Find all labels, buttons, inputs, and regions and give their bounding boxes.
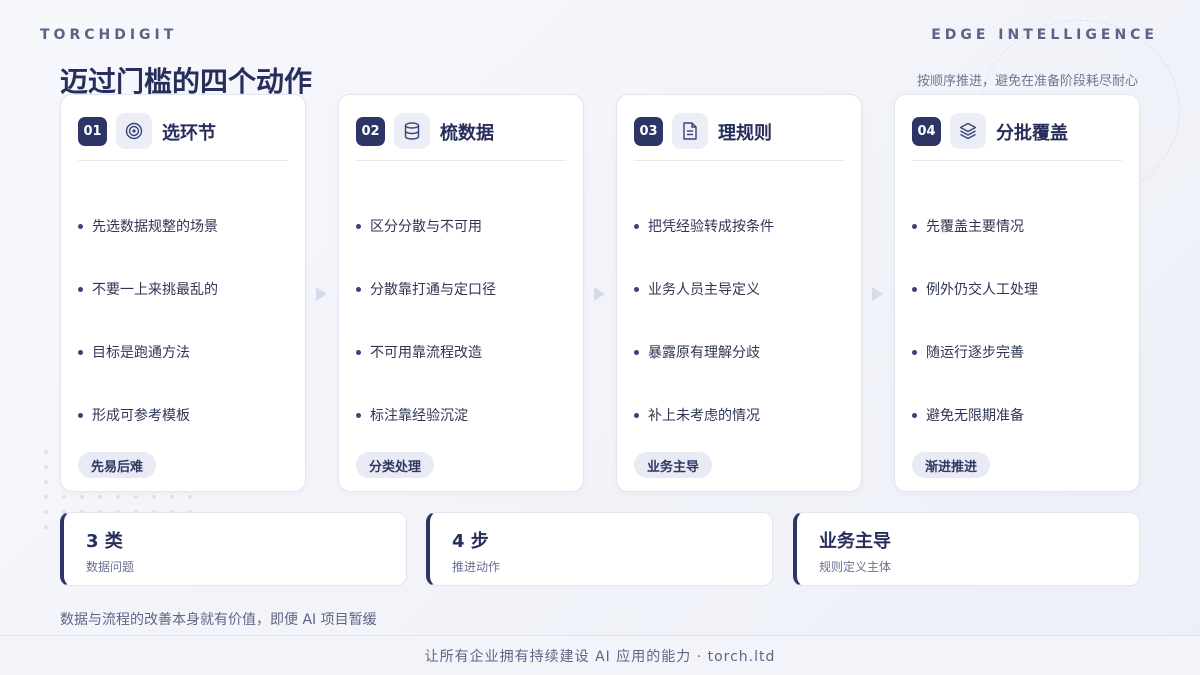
- card-title: 梳数据: [440, 123, 494, 144]
- bullet-icon: [912, 349, 917, 355]
- list-item: 先选数据规整的场景: [78, 216, 295, 236]
- step-card-3: 03 理规则 把凭经验转成按条件 业务人员主导定义 暴露原有理解分歧 补上未考虑…: [616, 94, 862, 492]
- stat-value: 业务主导: [819, 531, 891, 552]
- arrow-right-icon: [316, 287, 327, 301]
- step-number: 03: [634, 117, 663, 146]
- card-title: 理规则: [718, 123, 772, 144]
- step-number: 01: [78, 117, 107, 146]
- brand-logo-text: TORCHDIGIT: [40, 27, 178, 43]
- bullet-icon: [356, 412, 361, 418]
- bullet-icon: [912, 223, 917, 229]
- item-text: 区分分散与不可用: [370, 219, 482, 235]
- database-icon: [394, 113, 430, 149]
- bullet-icon: [78, 223, 83, 229]
- item-text: 不要一上来挑最乱的: [92, 282, 218, 298]
- card-header: 04 分批覆盖: [912, 113, 1122, 161]
- item-text: 标注靠经验沉淀: [370, 408, 468, 424]
- list-item: 随运行逐步完善: [912, 342, 1129, 362]
- bullet-icon: [78, 412, 83, 418]
- list-item: 避免无限期准备: [912, 405, 1129, 425]
- step-card-2: 02 梳数据 区分分散与不可用 分散靠打通与定口径 不可用靠流程改造 标注靠经验…: [338, 94, 584, 492]
- item-text: 不可用靠流程改造: [370, 345, 482, 361]
- stat-value: 3 类: [86, 531, 123, 552]
- list-item: 把凭经验转成按条件: [634, 216, 851, 236]
- bullet-icon: [912, 412, 917, 418]
- stats-row: 3 类 数据问题 4 步 推进动作 业务主导 规则定义主体: [60, 512, 1140, 586]
- list-item: 不可用靠流程改造: [356, 342, 573, 362]
- stat-label: 规则定义主体: [819, 560, 892, 574]
- list-item: 标注靠经验沉淀: [356, 405, 573, 425]
- list-item: 补上未考虑的情况: [634, 405, 851, 425]
- item-text: 暴露原有理解分歧: [648, 345, 760, 361]
- item-text: 随运行逐步完善: [926, 345, 1024, 361]
- card-tag: 业务主导: [634, 452, 713, 478]
- card-tag: 分类处理: [356, 452, 435, 478]
- list-item: 先覆盖主要情况: [912, 216, 1129, 236]
- bullet-icon: [356, 223, 361, 229]
- stat-label: 推进动作: [452, 560, 501, 574]
- stat-card-1: 3 类 数据问题: [60, 512, 407, 586]
- footnote-text: 数据与流程的改善本身就有价值，即便 AI 项目暂缓: [60, 612, 377, 628]
- stat-card-2: 4 步 推进动作: [426, 512, 773, 586]
- bullet-icon: [78, 286, 83, 292]
- item-text: 先覆盖主要情况: [926, 219, 1024, 235]
- card-header: 01 选环节: [78, 113, 288, 161]
- bullet-icon: [912, 286, 917, 292]
- item-text: 形成可参考模板: [92, 408, 190, 424]
- step-number: 02: [356, 117, 385, 146]
- arrow-right-icon: [594, 287, 605, 301]
- item-text: 目标是跑通方法: [92, 345, 190, 361]
- list-item: 暴露原有理解分歧: [634, 342, 851, 362]
- list-item: 分散靠打通与定口径: [356, 279, 573, 299]
- stat-card-3: 业务主导 规则定义主体: [793, 512, 1140, 586]
- target-icon: [116, 113, 152, 149]
- bullet-icon: [634, 412, 639, 418]
- card-title: 选环节: [162, 123, 216, 144]
- item-text: 把凭经验转成按条件: [648, 219, 774, 235]
- card-header: 03 理规则: [634, 113, 844, 161]
- item-text: 业务人员主导定义: [648, 282, 760, 298]
- item-text: 补上未考虑的情况: [648, 408, 760, 424]
- document-icon: [672, 113, 708, 149]
- stat-label: 数据问题: [86, 560, 135, 574]
- card-tag: 先易后难: [78, 452, 157, 478]
- bullet-icon: [634, 223, 639, 229]
- item-text: 分散靠打通与定口径: [370, 282, 496, 298]
- item-text: 先选数据规整的场景: [92, 219, 218, 235]
- list-item: 不要一上来挑最乱的: [78, 279, 295, 299]
- stat-value: 4 步: [452, 531, 489, 552]
- step-card-1: 01 选环节 先选数据规整的场景 不要一上来挑最乱的 目标是跑通方法 形成可参考…: [60, 94, 306, 492]
- list-item: 区分分散与不可用: [356, 216, 573, 236]
- step-cards: 01 选环节 先选数据规整的场景 不要一上来挑最乱的 目标是跑通方法 形成可参考…: [60, 94, 1140, 492]
- footer-text: 让所有企业拥有持续建设 AI 应用的能力 · torch.ltd: [424, 648, 776, 665]
- bullet-icon: [356, 286, 361, 292]
- page-subtitle: 按顺序推进，避免在准备阶段耗尽耐心: [916, 74, 1138, 89]
- bullet-icon: [634, 286, 639, 292]
- step-card-4: 04 分批覆盖 先覆盖主要情况 例外仍交人工处理 随运行逐步完善 避免无限期准备…: [894, 94, 1140, 492]
- list-item: 例外仍交人工处理: [912, 279, 1129, 299]
- card-header: 02 梳数据: [356, 113, 566, 161]
- arrow-right-icon: [872, 287, 883, 301]
- list-item: 目标是跑通方法: [78, 342, 295, 362]
- bullet-icon: [356, 349, 361, 355]
- bullet-icon: [78, 349, 83, 355]
- card-tag: 渐进推进: [912, 452, 991, 478]
- card-title: 分批覆盖: [996, 123, 1068, 144]
- list-item: 业务人员主导定义: [634, 279, 851, 299]
- layers-icon: [950, 113, 986, 149]
- brand-tagline: EDGE INTELLIGENCE: [931, 27, 1158, 43]
- item-text: 避免无限期准备: [926, 408, 1024, 424]
- step-number: 04: [912, 117, 941, 146]
- item-text: 例外仍交人工处理: [926, 282, 1038, 298]
- footer-bar: 让所有企业拥有持续建设 AI 应用的能力 · torch.ltd: [0, 635, 1200, 675]
- list-item: 形成可参考模板: [78, 405, 295, 425]
- bullet-icon: [634, 349, 639, 355]
